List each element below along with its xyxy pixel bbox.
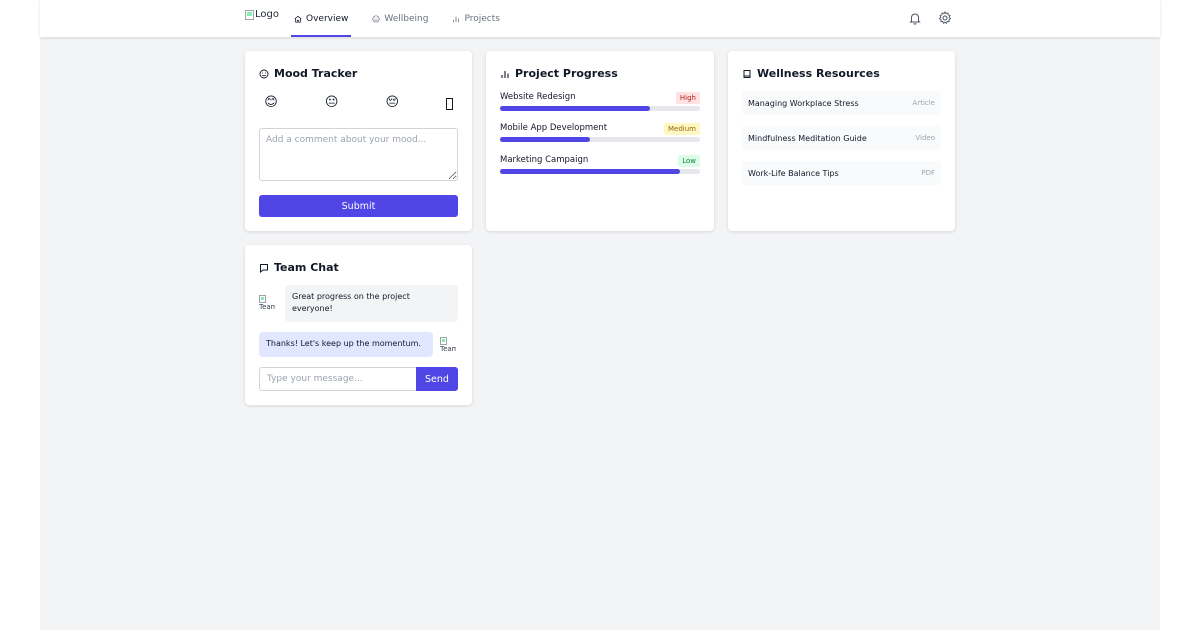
main-nav: Overview Wellbeing Projects (291, 0, 521, 37)
card-title: Project Progress (500, 67, 618, 80)
smile-icon (372, 14, 380, 23)
project-row: Website Redesign High (500, 92, 700, 111)
chat-message-incoming: Great progress on the project everyone! (285, 285, 458, 322)
smile-icon (259, 69, 269, 78)
mood-comment-input[interactable] (259, 128, 458, 181)
book-icon (743, 69, 751, 78)
team-chat-card: Team Chat Team Great progress on the pro… (245, 245, 472, 405)
resource-item[interactable]: Managing Workplace Stress Article (742, 91, 941, 115)
logo[interactable]: Logo (245, 9, 279, 20)
card-title: Wellness Resources (742, 67, 880, 80)
nav-item-wellbeing[interactable]: Wellbeing (369, 0, 431, 37)
broken-image-icon (440, 337, 447, 345)
nav-item-label: Overview (306, 13, 349, 24)
nav-item-label: Projects (464, 13, 500, 24)
project-progress-card: Project Progress Website Redesign High M… (486, 51, 714, 231)
resource-item[interactable]: Mindfulness Meditation Guide Video (742, 126, 941, 150)
avatar: Team (259, 295, 275, 311)
progress-bar (500, 137, 700, 142)
resource-name: Managing Workplace Stress (748, 98, 859, 108)
app-shell: Logo Overview Wellbeing Projects Mood Tr… (40, 0, 1160, 630)
priority-badge: Low (678, 155, 700, 167)
submit-button[interactable]: Submit (259, 195, 458, 217)
chat-message-outgoing: Thanks! Let's keep up the momentum. (259, 332, 433, 357)
project-name: Website Redesign (500, 92, 576, 102)
mood-options: 😊 😐 😔 (259, 95, 458, 110)
home-icon (294, 15, 302, 23)
mood-neutral-button[interactable]: 😐 (325, 95, 339, 110)
mood-tracker-card: Mood Tracker 😊 😐 😔 Submit (245, 51, 472, 231)
progress-fill (500, 169, 680, 174)
priority-badge: Medium (664, 123, 700, 135)
mood-happy-button[interactable]: 😊 (264, 95, 278, 110)
broken-image-icon (245, 9, 254, 20)
bell-icon[interactable] (908, 11, 922, 25)
mood-sad-button[interactable]: 😔 (385, 95, 400, 110)
resource-type: PDF (921, 169, 935, 177)
avatar: Team (440, 337, 456, 353)
nav-item-overview[interactable]: Overview (291, 0, 352, 37)
project-name: Marketing Campaign (500, 155, 589, 165)
priority-badge: High (675, 92, 700, 104)
mood-missing-glyph-button[interactable] (445, 98, 453, 110)
chat-bubble-icon (260, 263, 268, 273)
resource-name: Work-Life Balance Tips (748, 168, 839, 178)
progress-bar (500, 106, 700, 111)
nav-item-label: Wellbeing (384, 13, 429, 24)
top-nav-bar: Logo Overview Wellbeing Projects (40, 0, 1160, 37)
card-title: Mood Tracker (259, 67, 357, 80)
project-row: Mobile App Development Medium (500, 123, 700, 142)
progress-fill (500, 137, 590, 142)
progress-fill (500, 106, 650, 111)
resource-name: Mindfulness Meditation Guide (748, 133, 867, 143)
logo-alt-text: Logo (255, 9, 279, 20)
resource-type: Article (912, 99, 935, 107)
bar-chart-icon (501, 70, 509, 78)
project-row: Marketing Campaign Low (500, 155, 700, 174)
bar-chart-icon (453, 16, 460, 22)
nav-item-projects[interactable]: Projects (449, 0, 502, 37)
gear-icon[interactable] (938, 11, 952, 25)
header-actions (892, 11, 952, 25)
resource-type: Video (915, 134, 935, 142)
card-title: Team Chat (259, 261, 339, 274)
resource-item[interactable]: Work-Life Balance Tips PDF (742, 161, 941, 185)
progress-bar (500, 169, 700, 174)
send-button[interactable]: Send (416, 367, 458, 391)
wellness-resources-card: Wellness Resources Managing Workplace St… (728, 51, 955, 231)
broken-image-icon (259, 295, 266, 303)
chat-message-input[interactable] (259, 367, 416, 391)
